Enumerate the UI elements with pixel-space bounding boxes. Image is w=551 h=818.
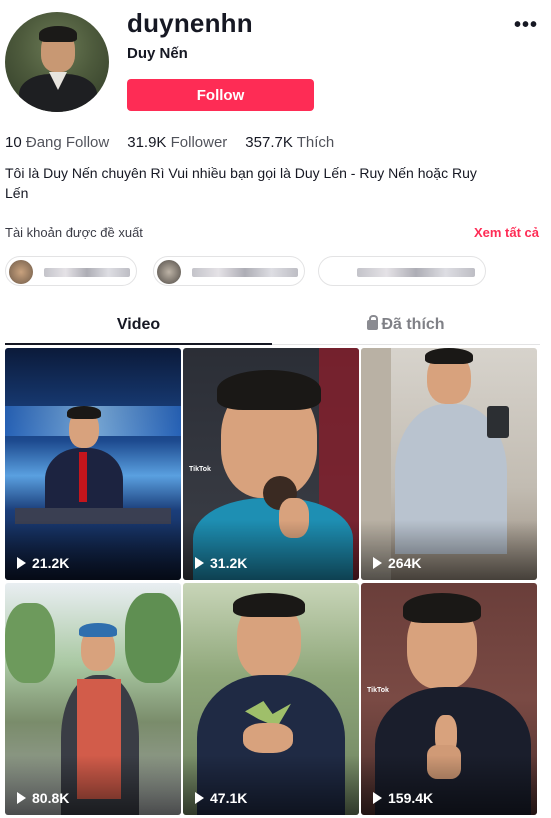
follow-button[interactable]: Follow — [127, 79, 314, 111]
more-options-icon[interactable]: ••• — [514, 13, 538, 37]
suggested-account-chip[interactable] — [318, 256, 486, 286]
tab-video[interactable]: Video — [5, 307, 272, 345]
stat-likes: 357.7K Thích — [245, 134, 335, 151]
avatar[interactable] — [5, 12, 109, 112]
video-thumbnail[interactable]: 80.8K — [5, 583, 181, 815]
suggested-account-chip[interactable] — [153, 256, 305, 286]
profile-tabs: Video Đã thích — [5, 307, 540, 345]
profile-header: duynenhn Duy Nến Follow ••• — [0, 0, 551, 130]
avatar — [157, 260, 181, 284]
video-view-count: 21.2K — [17, 555, 69, 571]
play-icon — [195, 557, 204, 569]
play-icon — [195, 792, 204, 804]
video-thumbnail[interactable]: 264K — [361, 348, 537, 580]
video-view-count: 264K — [373, 555, 421, 571]
video-view-count: 31.2K — [195, 555, 247, 571]
video-view-count: 80.8K — [17, 790, 69, 806]
play-icon — [373, 792, 382, 804]
tab-liked[interactable]: Đã thích — [272, 307, 540, 345]
play-icon — [17, 792, 26, 804]
suggested-account-chip[interactable] — [5, 256, 137, 286]
stat-following[interactable]: 10 Đang Follow — [5, 134, 109, 151]
profile-nickname: Duy Nến — [127, 45, 188, 62]
video-thumbnail[interactable]: TikTok 31.2K — [183, 348, 359, 580]
profile-username: duynenhn — [127, 8, 253, 38]
avatar — [9, 260, 33, 284]
tiktok-watermark: TikTok — [189, 466, 211, 473]
suggested-accounts-title: Tài khoản được đề xuất — [5, 225, 143, 240]
video-thumbnail[interactable]: TikTok 159.4K — [361, 583, 537, 815]
stat-followers[interactable]: 31.9K Follower — [127, 134, 227, 151]
play-icon — [17, 557, 26, 569]
profile-stats: 10 Đang Follow 31.9K Follower 357.7K Thí… — [5, 134, 334, 151]
video-thumbnail[interactable]: 21.2K — [5, 348, 181, 580]
profile-bio: Tôi là Duy Nến chuyên Rì Vui nhiều bạn g… — [5, 165, 477, 201]
video-thumbnail[interactable]: 47.1K — [183, 583, 359, 815]
video-view-count: 47.1K — [195, 790, 247, 806]
tiktok-watermark: TikTok — [367, 687, 389, 694]
tab-liked-label: Đã thích — [381, 316, 445, 333]
see-all-link[interactable]: Xem tất cả — [474, 225, 539, 240]
play-icon — [373, 557, 382, 569]
lock-icon — [367, 315, 379, 330]
video-view-count: 159.4K — [373, 790, 433, 806]
